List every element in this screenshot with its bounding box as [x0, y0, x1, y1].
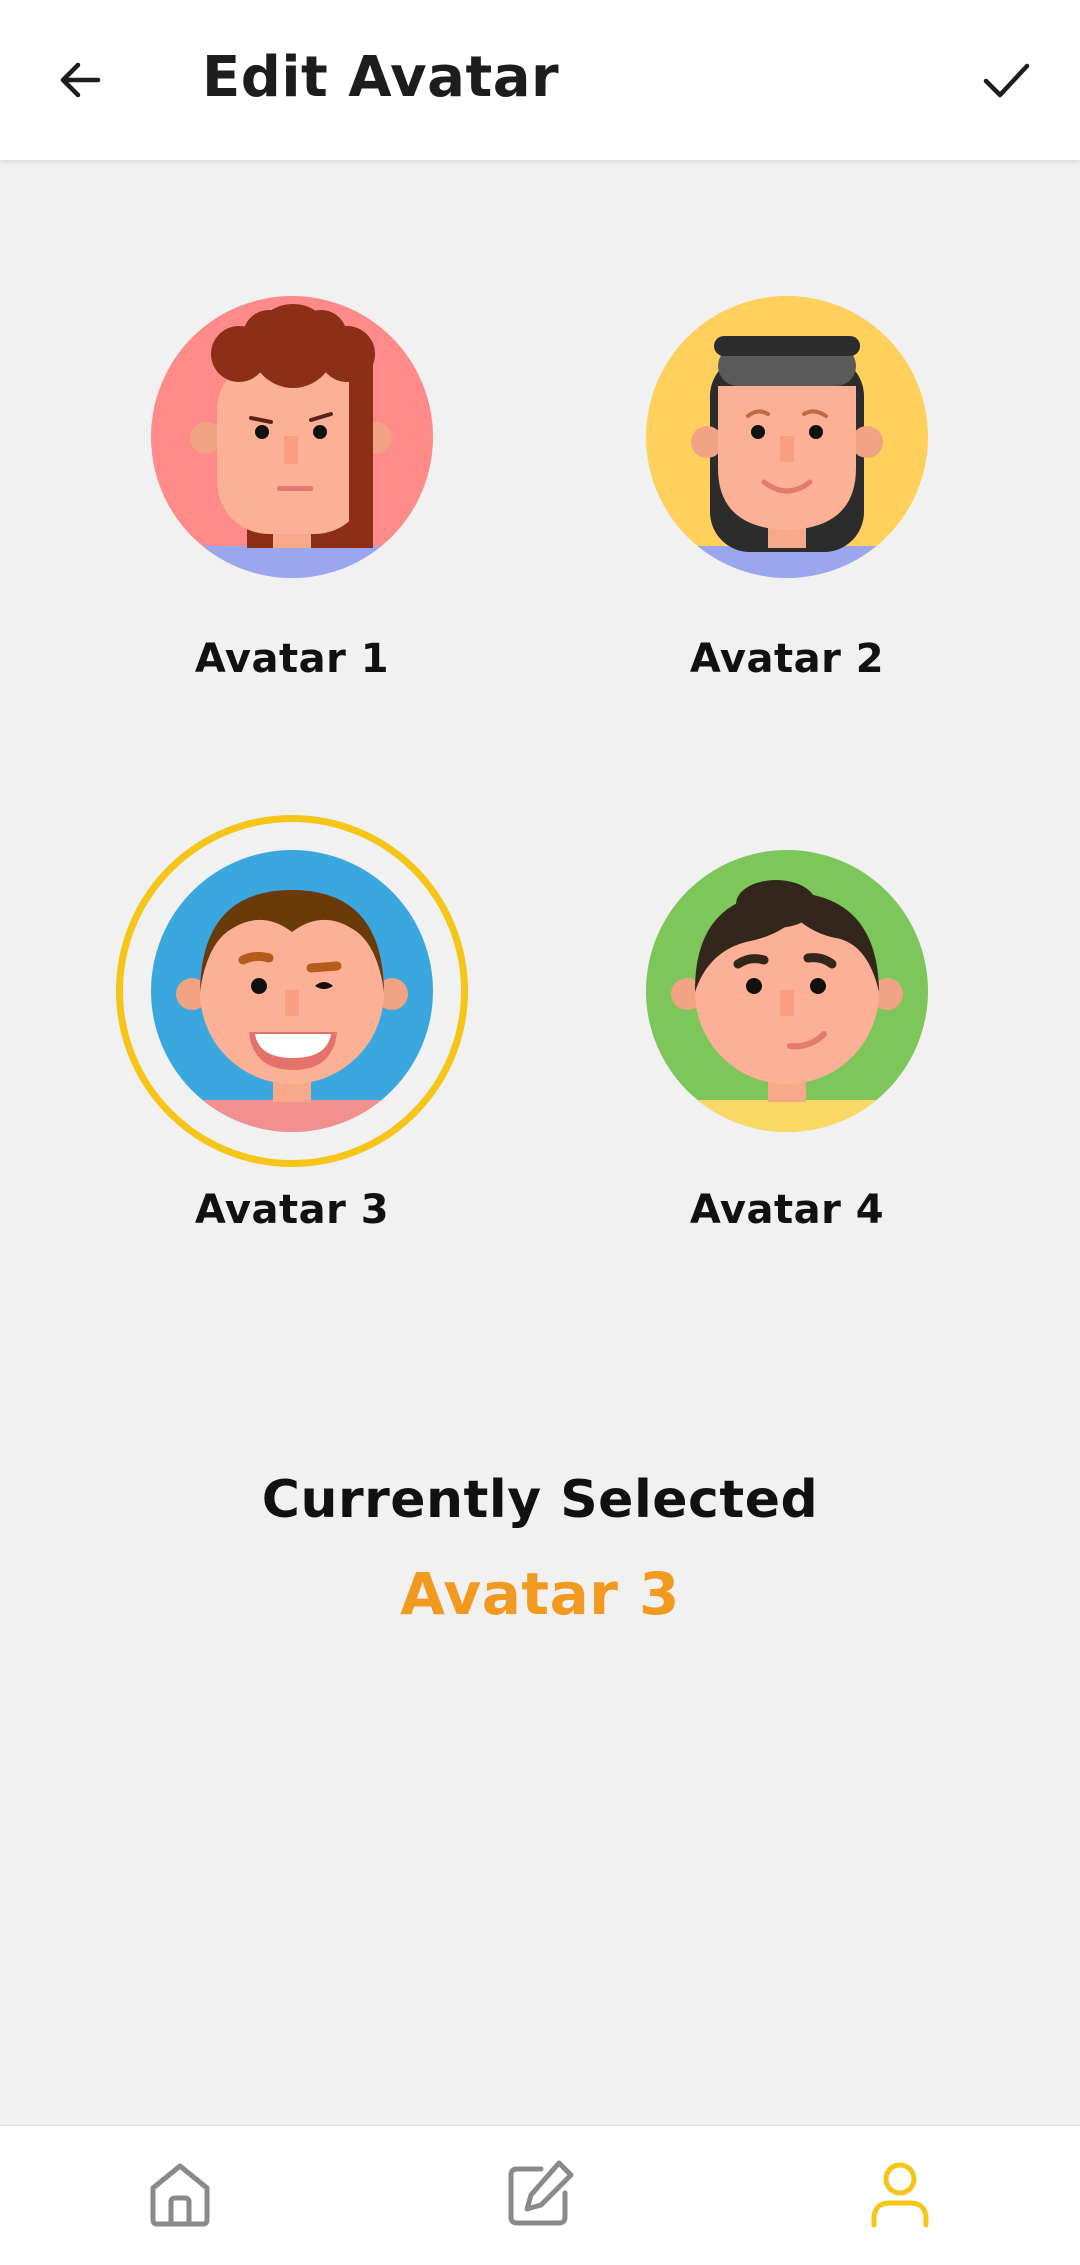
avatar-option-4[interactable]: Avatar 4: [607, 815, 967, 1255]
nav-home[interactable]: [120, 2144, 240, 2244]
nav-edit[interactable]: [480, 2144, 600, 2244]
check-icon: [983, 63, 1030, 98]
edit-icon: [508, 2160, 574, 2226]
page-title: Edit Avatar: [202, 45, 560, 110]
profile-icon: [871, 2162, 929, 2228]
currently-selected-value: Avatar 3: [400, 1560, 680, 1628]
avatar-3-label: Avatar 3: [194, 1187, 390, 1233]
nav-profile[interactable]: [840, 2144, 960, 2244]
avatar-4-image: [646, 850, 928, 1132]
avatar-1-label: Avatar 1: [194, 636, 390, 682]
avatar-option-1[interactable]: Avatar 1: [112, 280, 472, 700]
back-button[interactable]: [40, 40, 120, 120]
avatar-4-label: Avatar 4: [689, 1187, 885, 1233]
avatar-2-image: [646, 296, 928, 578]
avatar-2-label: Avatar 2: [689, 636, 885, 682]
avatar-1-image: [151, 296, 433, 578]
app-bar: Edit Avatar: [0, 0, 1080, 160]
arrow-left-icon: [60, 62, 101, 98]
avatar-3-image: [151, 850, 433, 1132]
avatar-option-2[interactable]: Avatar 2: [607, 280, 967, 700]
avatar-option-3[interactable]: Avatar 3: [112, 815, 472, 1255]
home-icon: [150, 2163, 210, 2227]
currently-selected-heading: Currently Selected: [261, 1470, 819, 1530]
bottom-nav: [0, 2125, 1080, 2265]
confirm-button[interactable]: [966, 40, 1046, 120]
